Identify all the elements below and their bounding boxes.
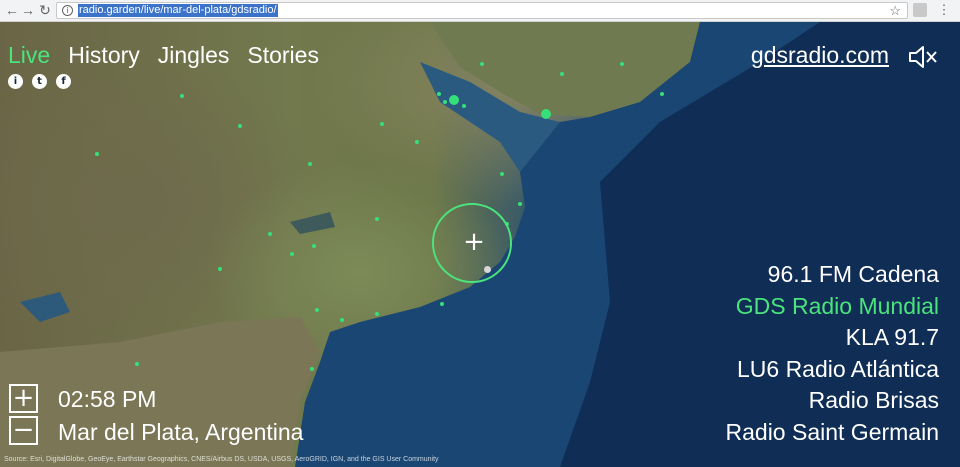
station-dot[interactable]: [560, 72, 564, 76]
station-dot[interactable]: [218, 267, 222, 271]
info-icon[interactable]: i: [8, 74, 23, 89]
crosshair-plus-icon: +: [463, 227, 485, 257]
station-dot[interactable]: [620, 62, 624, 66]
station-item[interactable]: 96.1 FM Cadena: [726, 259, 939, 291]
station-dot[interactable]: [375, 312, 379, 316]
local-time: 02:58 PM: [58, 386, 157, 412]
address-bar[interactable]: i radio.garden/live/mar-del-plata/gdsrad…: [56, 2, 908, 19]
zoom-in-button[interactable]: +: [9, 384, 38, 413]
back-arrow-icon[interactable]: ←: [4, 2, 20, 18]
tab-history[interactable]: History: [68, 42, 140, 68]
station-dot[interactable]: [180, 94, 184, 98]
station-dot[interactable]: [440, 302, 444, 306]
speaker-muted-icon[interactable]: [908, 44, 938, 70]
station-item[interactable]: Radio Saint Germain: [726, 417, 940, 449]
station-dot[interactable]: [375, 217, 379, 221]
url-text[interactable]: radio.garden/live/mar-del-plata/gdsradio…: [78, 4, 278, 17]
location-name: Mar del Plata, Argentina: [58, 419, 304, 445]
zoom-controls: + −: [9, 384, 38, 448]
station-dot[interactable]: [290, 252, 294, 256]
social-links: i t f: [8, 74, 80, 89]
tab-stories[interactable]: Stories: [247, 42, 319, 68]
tab-jingles[interactable]: Jingles: [158, 42, 230, 68]
station-dot[interactable]: [415, 140, 419, 144]
station-dot[interactable]: [660, 92, 664, 96]
station-dot-buenos-aires[interactable]: [449, 95, 459, 105]
station-dot[interactable]: [308, 162, 312, 166]
forward-arrow-icon[interactable]: →: [20, 2, 36, 18]
location-marker[interactable]: [484, 266, 491, 273]
browser-toolbar: ← → ↻ i radio.garden/live/mar-del-plata/…: [0, 0, 960, 22]
lake-2: [290, 212, 335, 234]
station-item[interactable]: Radio Brisas: [726, 385, 939, 417]
twitter-icon[interactable]: t: [32, 74, 47, 89]
station-dot[interactable]: [312, 244, 316, 248]
station-dot[interactable]: [380, 122, 384, 126]
station-dot[interactable]: [95, 152, 99, 156]
station-dot[interactable]: [310, 367, 314, 371]
station-dot[interactable]: [340, 318, 344, 322]
station-dot[interactable]: [518, 202, 522, 206]
station-dot[interactable]: [437, 92, 441, 96]
station-dot[interactable]: [443, 100, 447, 104]
facebook-icon[interactable]: f: [56, 74, 71, 89]
map-attribution: Source: Esri, DigitalGlobe, GeoEye, Eart…: [4, 456, 439, 463]
station-dot[interactable]: [462, 104, 466, 108]
browser-menu-icon[interactable]: ⋮: [937, 3, 951, 17]
extension-icon[interactable]: [913, 3, 927, 17]
station-item-selected[interactable]: GDS Radio Mundial: [726, 291, 939, 323]
station-dot[interactable]: [500, 172, 504, 176]
reload-icon[interactable]: ↻: [37, 2, 53, 18]
station-item[interactable]: LU6 Radio Atlántica: [726, 354, 939, 386]
station-dot[interactable]: [268, 232, 272, 236]
station-item[interactable]: KLA 91.7: [726, 322, 939, 354]
station-list: 96.1 FM Cadena GDS Radio Mundial KLA 91.…: [726, 259, 940, 448]
zoom-out-button[interactable]: −: [9, 416, 38, 445]
station-dot[interactable]: [238, 124, 242, 128]
site-info-icon[interactable]: i: [62, 5, 73, 16]
lake-1: [20, 292, 70, 322]
globe-map[interactable]: + Live History Jingles Stories i t f gds…: [0, 22, 960, 467]
station-dot[interactable]: [135, 362, 139, 366]
bookmark-star-icon[interactable]: ☆: [889, 3, 901, 19]
station-dot[interactable]: [480, 62, 484, 66]
main-nav: Live History Jingles Stories: [8, 42, 337, 68]
tab-live[interactable]: Live: [8, 42, 50, 68]
station-website-link[interactable]: gdsradio.com: [751, 42, 889, 68]
station-dot-montevideo[interactable]: [541, 109, 551, 119]
station-dot[interactable]: [315, 308, 319, 312]
